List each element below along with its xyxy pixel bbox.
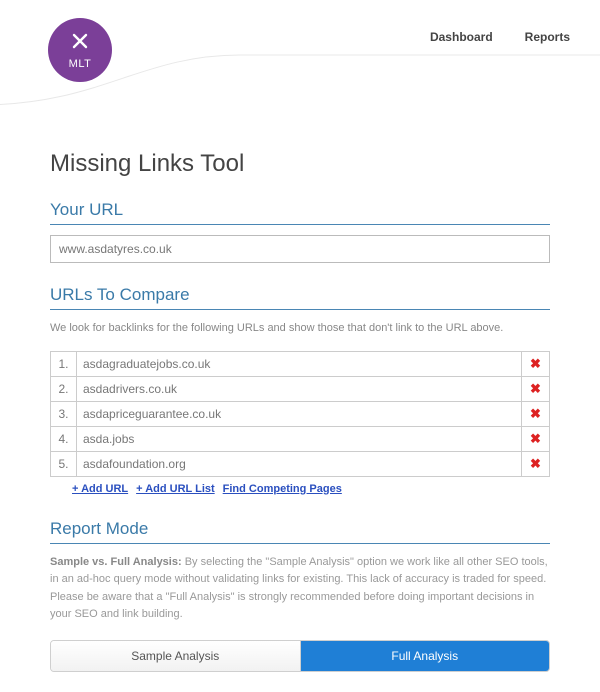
delete-icon[interactable]: ✖ [530,356,541,371]
sample-analysis-button[interactable]: Sample Analysis [51,641,301,671]
table-row: 3. asdapriceguarantee.co.uk ✖ [51,401,550,426]
row-url[interactable]: asdafoundation.org [77,451,522,476]
nav-dashboard[interactable]: Dashboard [430,30,493,44]
full-analysis-button[interactable]: Full Analysis [301,641,550,671]
delete-icon[interactable]: ✖ [530,456,541,471]
report-mode-toggle: Sample Analysis Full Analysis [50,640,550,672]
add-url-list-link[interactable]: + Add URL List [136,483,215,495]
app-logo[interactable]: MLT [48,18,112,82]
compare-desc: We look for backlinks for the following … [50,320,550,337]
row-url[interactable]: asda.jobs [77,426,522,451]
report-desc-bold: Sample vs. Full Analysis: [50,556,182,568]
table-row: 4. asda.jobs ✖ [51,426,550,451]
table-row: 2. asdadrivers.co.uk ✖ [51,376,550,401]
compare-table: 1. asdagraduatejobs.co.uk ✖ 2. asdadrive… [50,351,550,477]
delete-icon[interactable]: ✖ [530,431,541,446]
find-competing-link[interactable]: Find Competing Pages [223,483,342,495]
delete-icon[interactable]: ✖ [530,381,541,396]
row-url[interactable]: asdadrivers.co.uk [77,376,522,401]
report-mode-desc: Sample vs. Full Analysis: By selecting t… [50,554,550,624]
row-number: 4. [51,426,77,451]
your-url-heading: Your URL [50,200,550,225]
row-number: 1. [51,351,77,376]
row-number: 2. [51,376,77,401]
add-url-link[interactable]: + Add URL [72,483,128,495]
logo-text: MLT [69,58,92,70]
close-icon [70,31,90,56]
your-url-input[interactable] [50,235,550,263]
compare-heading: URLs To Compare [50,285,550,310]
row-url[interactable]: asdapriceguarantee.co.uk [77,401,522,426]
table-row: 1. asdagraduatejobs.co.uk ✖ [51,351,550,376]
row-number: 5. [51,451,77,476]
page-title: Missing Links Tool [50,150,550,178]
delete-icon[interactable]: ✖ [530,406,541,421]
report-mode-heading: Report Mode [50,519,550,544]
nav-reports[interactable]: Reports [525,30,570,44]
table-row: 5. asdafoundation.org ✖ [51,451,550,476]
row-number: 3. [51,401,77,426]
row-url[interactable]: asdagraduatejobs.co.uk [77,351,522,376]
